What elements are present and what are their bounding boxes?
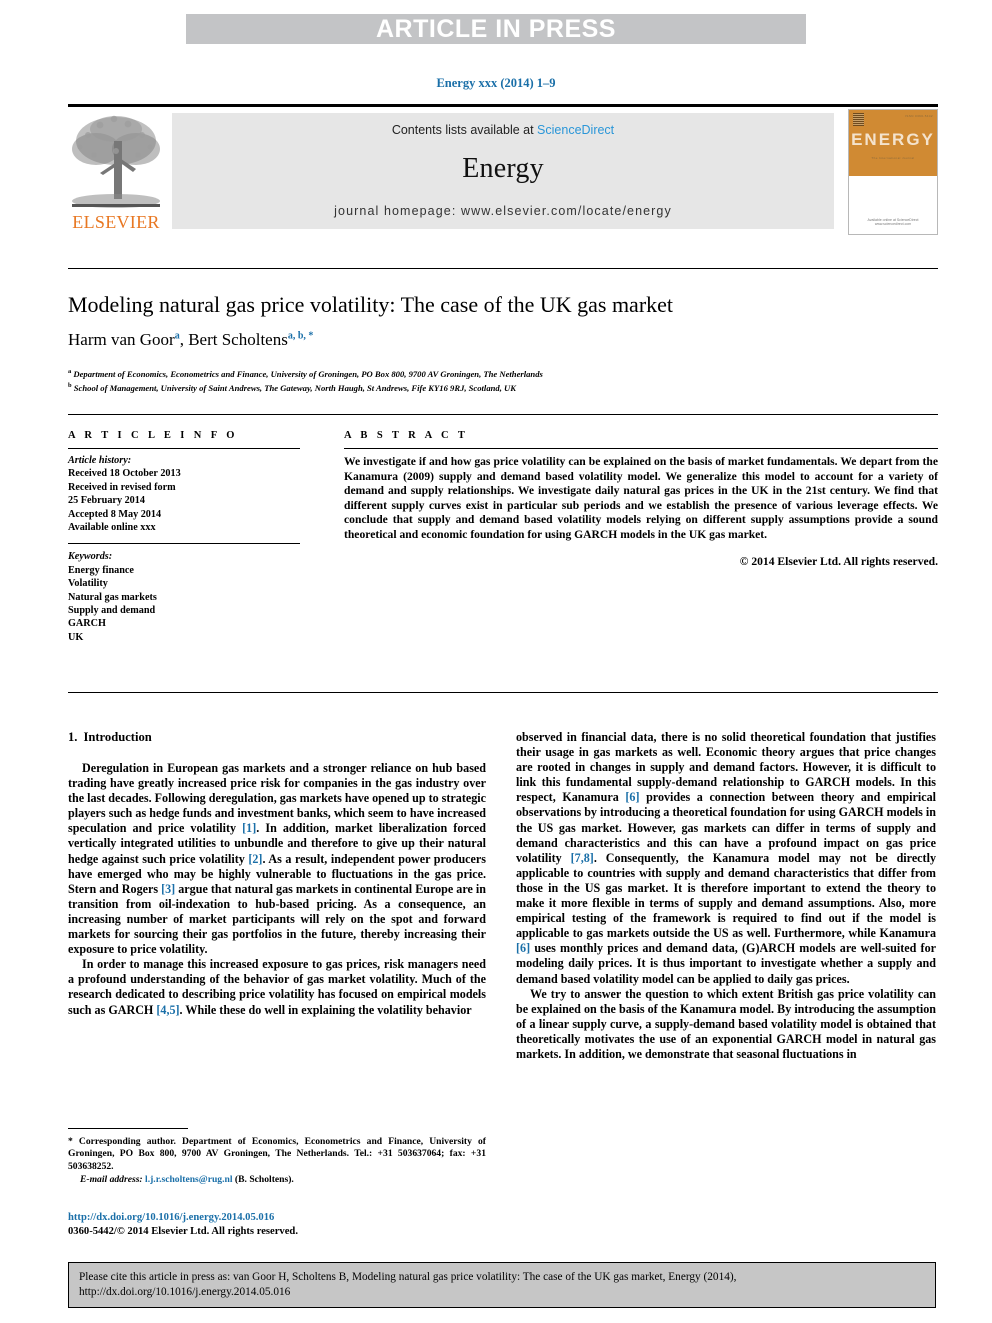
journal-masthead: ELSEVIER Contents lists available at Sci… — [68, 104, 938, 235]
keyword-item: Volatility — [68, 578, 108, 590]
cover-subtitle: The International Journal — [871, 156, 915, 160]
abstract-heading: A B S T R A C T — [344, 430, 469, 441]
corresponding-author-footnote: * Corresponding author. Department of Ec… — [68, 1128, 486, 1186]
keywords-block: Keywords: Energy finance Volatility Natu… — [68, 550, 300, 644]
citation-ref[interactable]: [6] — [516, 941, 530, 955]
keyword-item: GARCH — [68, 618, 106, 630]
elsevier-wordmark: ELSEVIER — [72, 212, 160, 232]
article-history-label: Article history: — [68, 455, 132, 466]
section-number: 1. — [68, 730, 78, 744]
citation-ref[interactable]: [7,8] — [571, 851, 594, 865]
affiliation-item: a Department of Economics, Econometrics … — [68, 366, 938, 380]
article-history-block: Article history: Received 18 October 201… — [68, 454, 300, 534]
citation-ref[interactable]: [2] — [248, 852, 262, 866]
contents-available-line: Contents lists available at ScienceDirec… — [172, 113, 834, 137]
cite-this-article-box: Please cite this article in press as: va… — [68, 1262, 936, 1308]
history-item: Accepted 8 May 2014 — [68, 508, 162, 520]
body-column-left: 1. Introduction Deregulation in European … — [68, 730, 486, 1018]
journal-reference-line: Energy xxx (2014) 1–9 — [436, 76, 556, 90]
article-info-heading: A R T I C L E I N F O — [68, 430, 238, 441]
cover-top-panel: ISSN 0360-5442 ENERGY The International … — [849, 110, 937, 176]
citation-ref[interactable]: [1] — [242, 821, 256, 835]
paragraph: In order to manage this increased exposu… — [68, 957, 486, 1017]
email-label: E-mail address: — [80, 1173, 143, 1185]
email-link[interactable]: l.j.r.scholtens@rug.nl — [145, 1174, 232, 1185]
history-item: 25 February 2014 — [68, 495, 145, 507]
page-title: Modeling natural gas price volatility: T… — [68, 292, 674, 317]
contents-prefix: Contents lists available at — [391, 123, 538, 137]
cover-footer-text: Available online at ScienceDirect www.sc… — [867, 218, 919, 226]
citation-ref[interactable]: [4,5] — [156, 1003, 179, 1017]
title-top-rule — [68, 268, 938, 269]
body-column-right: observed in financial data, there is no … — [516, 730, 936, 1062]
footnote-marker: * — [68, 1136, 73, 1147]
affiliation-mark: b — [68, 382, 72, 390]
email-owner: (B. Scholtens). — [234, 1173, 294, 1185]
affiliation-text: School of Management, University of Sain… — [73, 383, 516, 394]
keyword-item: Supply and demand — [68, 605, 156, 617]
abstract-rule — [344, 448, 938, 449]
abstract-text: We investigate if and how gas price vola… — [344, 455, 938, 541]
elsevier-tree-icon — [72, 115, 160, 208]
footnote-text: * Corresponding author. Department of Ec… — [68, 1136, 486, 1173]
cover-issn-label: ISSN 0360-5442 — [905, 114, 933, 118]
footnote-body: Corresponding author. Department of Econ… — [68, 1136, 486, 1172]
journal-cover-thumbnail: ISSN 0360-5442 ENERGY The International … — [848, 109, 938, 235]
section-title: Introduction — [83, 730, 152, 744]
author-affiliation-marks: a, b, * — [287, 330, 314, 342]
keywords-label: Keywords: — [68, 551, 113, 563]
abstract-copyright: © 2014 Elsevier Ltd. All rights reserved… — [739, 554, 938, 568]
author-name: Bert Scholtens — [188, 330, 288, 349]
section-heading-introduction: 1. Introduction — [68, 730, 486, 745]
author-list: Harm van Goora, Bert Scholtensa, b, * — [68, 330, 938, 350]
cover-barcode-icon — [853, 113, 864, 126]
paragraph: We try to answer the question to which e… — [516, 986, 936, 1061]
history-item: Received 18 October 2013 — [68, 468, 181, 480]
keyword-item: Energy finance — [68, 564, 134, 576]
keywords-rule — [68, 543, 300, 545]
author-separator: , — [179, 330, 189, 349]
sciencedirect-link[interactable]: ScienceDirect — [537, 123, 614, 137]
cover-title: ENERGY — [851, 130, 935, 149]
abstract-top-rule — [68, 414, 938, 415]
cite-this-article-text: Please cite this article in press as: va… — [79, 1271, 737, 1298]
affiliation-text: Department of Economics, Econometrics an… — [73, 368, 543, 379]
article-in-press-banner: ARTICLE IN PRESS — [186, 14, 806, 44]
footnote-rule — [68, 1128, 188, 1129]
author-name: Harm van Goor — [68, 330, 175, 349]
article-info-section: A R T I C L E I N F O Article history: R… — [68, 430, 300, 644]
article-in-press-label: ARTICLE IN PRESS — [376, 14, 616, 43]
article-page: ARTICLE IN PRESS Energy xxx (2014) 1–9 E… — [0, 0, 992, 1323]
abstract-section: A B S T R A C T We investigate if and ho… — [344, 430, 938, 568]
paragraph: observed in financial data, there is no … — [516, 730, 937, 986]
abstract-bottom-rule — [68, 692, 938, 693]
journal-banner: Contents lists available at ScienceDirec… — [172, 113, 834, 229]
paragraph: Deregulation in European gas markets and… — [68, 761, 487, 957]
affiliation-item: b School of Management, University of Sa… — [68, 380, 938, 394]
elsevier-logo: ELSEVIER — [68, 111, 164, 233]
keyword-item: Natural gas markets — [68, 591, 157, 603]
journal-homepage-line[interactable]: journal homepage: www.elsevier.com/locat… — [172, 185, 834, 218]
footnote-email-line: E-mail address: l.j.r.scholtens@rug.nl (… — [68, 1174, 486, 1186]
citation-ref[interactable]: [6] — [625, 790, 639, 804]
history-item: Available online xxx — [68, 522, 156, 534]
article-info-rule — [68, 448, 300, 449]
doi-link[interactable]: http://dx.doi.org/10.1016/j.energy.2014.… — [68, 1211, 486, 1225]
history-item: Received in revised form — [68, 481, 176, 493]
affiliation-list: a Department of Economics, Econometrics … — [68, 366, 938, 395]
citation-ref[interactable]: [3] — [161, 882, 175, 896]
affiliation-mark: a — [68, 368, 72, 375]
issn-copyright-line: 0360-5442/© 2014 Elsevier Ltd. All right… — [68, 1226, 298, 1237]
doi-block: http://dx.doi.org/10.1016/j.energy.2014.… — [68, 1211, 486, 1239]
keyword-item: UK — [68, 631, 84, 643]
journal-title: Energy — [462, 153, 544, 184]
